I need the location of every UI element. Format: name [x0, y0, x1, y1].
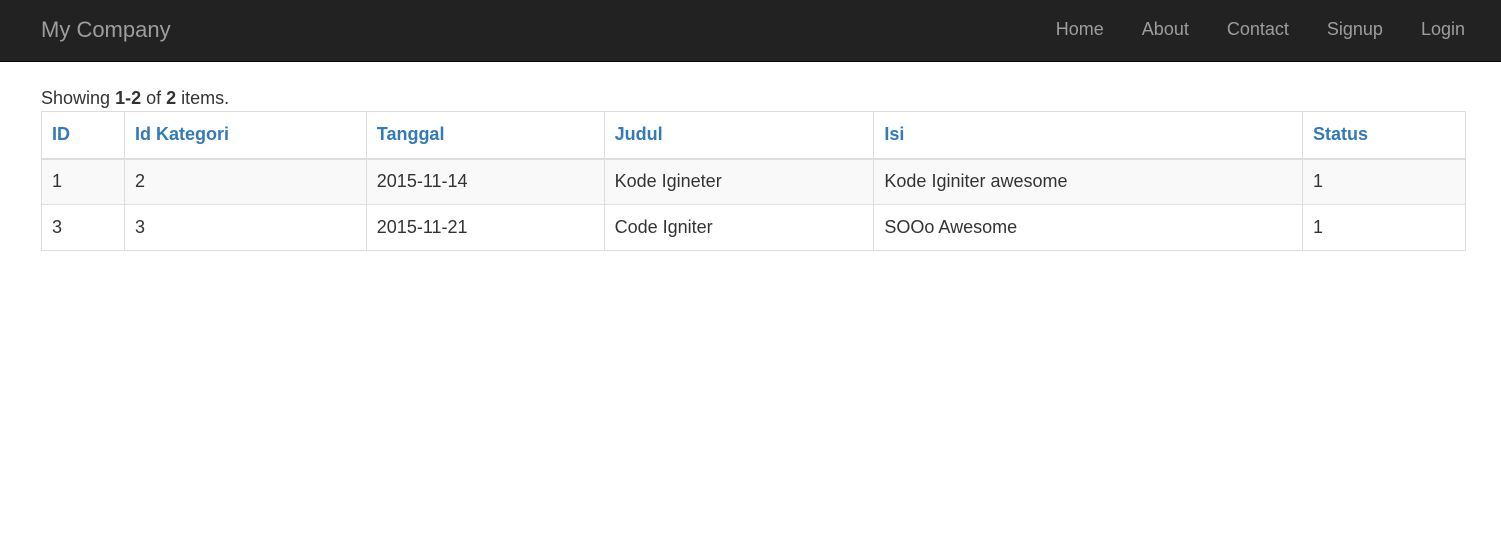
sort-link-status[interactable]: Status: [1313, 124, 1368, 144]
cell-tanggal: 2015-11-14: [365, 158, 605, 205]
nav-item-home: Home: [1037, 0, 1123, 62]
cell-judul: Code Igniter: [603, 204, 875, 251]
cell-status: 1: [1302, 158, 1466, 205]
column-header-id-kategori: Id Kategori: [123, 111, 367, 160]
column-header-judul: Judul: [603, 111, 875, 160]
summary-prefix: Showing: [41, 88, 116, 108]
table-row: 1 2 2015-11-14 Kode Igineter Kode Iginit…: [41, 158, 1466, 205]
table-header: ID Id Kategori Tanggal Judul Isi Status: [41, 111, 1466, 160]
cell-id-kategori: 2: [123, 158, 367, 205]
summary-middle: of: [141, 88, 167, 108]
summary-suffix: items.: [176, 88, 230, 108]
cell-id: 1: [41, 158, 125, 205]
column-header-id: ID: [41, 111, 125, 160]
nav-item-contact: Contact: [1208, 0, 1308, 62]
column-header-isi: Isi: [873, 111, 1304, 160]
grid-summary: Showing 1-2 of 2 items.: [41, 87, 229, 109]
cell-status: 1: [1302, 204, 1466, 251]
top-navbar: My Company Home About Contact Signup Log…: [0, 0, 1501, 62]
nav-link-signup[interactable]: Signup: [1308, 0, 1402, 58]
column-header-status: Status: [1302, 111, 1466, 160]
sort-link-id[interactable]: ID: [52, 124, 70, 144]
table-row: 3 3 2015-11-21 Code Igniter SOOo Awesome…: [41, 204, 1466, 251]
nav-link-home[interactable]: Home: [1037, 0, 1123, 58]
sort-link-tanggal[interactable]: Tanggal: [377, 124, 445, 144]
sort-link-isi[interactable]: Isi: [884, 124, 904, 144]
data-grid-table: ID Id Kategori Tanggal Judul Isi Status …: [41, 111, 1466, 251]
nav-item-signup: Signup: [1308, 0, 1402, 62]
cell-judul: Kode Igineter: [603, 158, 875, 205]
nav-item-about: About: [1123, 0, 1208, 62]
nav-menu: Home About Contact Signup Login: [1037, 0, 1484, 62]
cell-isi: Kode Iginiter awesome: [873, 158, 1304, 205]
nav-link-login[interactable]: Login: [1402, 0, 1484, 58]
cell-tanggal: 2015-11-21: [365, 204, 605, 251]
table-body: 1 2 2015-11-14 Kode Igineter Kode Iginit…: [41, 158, 1466, 251]
sort-link-id-kategori[interactable]: Id Kategori: [135, 124, 229, 144]
sort-link-judul[interactable]: Judul: [615, 124, 663, 144]
summary-total: 2: [166, 88, 177, 108]
nav-link-contact[interactable]: Contact: [1208, 0, 1308, 58]
nav-item-login: Login: [1402, 0, 1484, 62]
cell-id: 3: [41, 204, 125, 251]
brand-link[interactable]: My Company: [41, 16, 171, 44]
nav-link-about[interactable]: About: [1123, 0, 1208, 58]
column-header-tanggal: Tanggal: [365, 111, 605, 160]
header-row: ID Id Kategori Tanggal Judul Isi Status: [41, 111, 1466, 160]
summary-range: 1-2: [115, 88, 142, 108]
cell-isi: SOOo Awesome: [873, 204, 1304, 251]
cell-id-kategori: 3: [123, 204, 367, 251]
